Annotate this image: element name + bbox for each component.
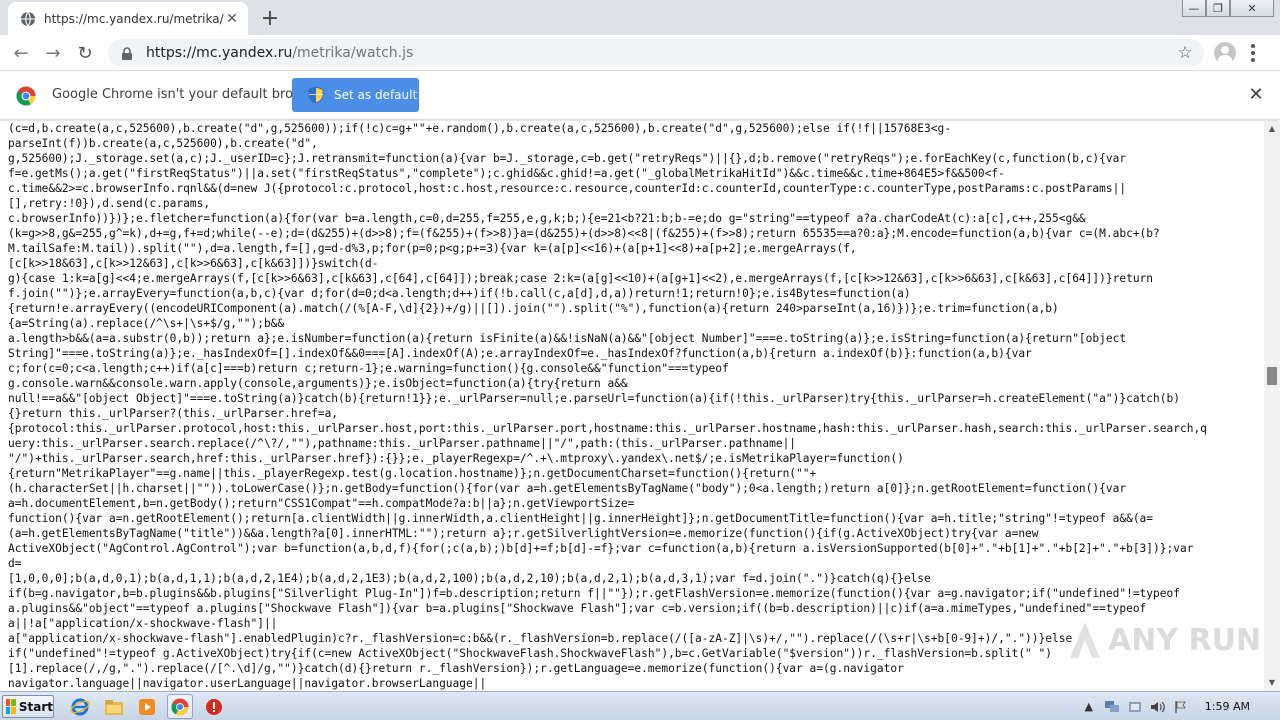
code-line: g){case 1:k=a[g]<<4;e.mergeArrays(f,[c[k… (8, 272, 1154, 285)
code-line: [],retry:!0}),d.send(c.params, (8, 197, 211, 210)
code-line: f=e.getMs();a.get("firstReqStatus")||a.s… (8, 167, 1005, 180)
profile-avatar-icon[interactable] (1214, 42, 1236, 64)
start-button[interactable]: Start (2, 695, 54, 718)
media-player-icon[interactable] (137, 697, 157, 717)
stop-icon[interactable] (204, 697, 224, 717)
new-tab-button[interactable]: + (258, 6, 282, 31)
back-button[interactable]: ← (8, 40, 34, 66)
windows-taskbar: Start ▲ 1:59 AM (0, 691, 1280, 720)
set-as-default-label: Set as default (334, 88, 418, 102)
uac-shield-icon (308, 86, 324, 104)
internet-explorer-icon[interactable] (70, 697, 90, 717)
code-line: f.join("")};e.arrayEvery=function(a,b,c)… (8, 287, 911, 300)
code-line: null!==a&&"[object Object]"===e.toString… (8, 392, 1180, 405)
page-content: (c=d,b.create(a,c,525600),b.create("d",g… (0, 121, 1264, 691)
code-line: g.console.warn&&console.warn.apply(conso… (8, 377, 628, 390)
code-line: ActiveXObject("AgControl.AgControl");var… (8, 542, 1194, 555)
globe-icon (20, 11, 36, 27)
vertical-scrollbar[interactable]: ▲ ▼ (1264, 121, 1280, 691)
code-line: {}return this._urlParser?(this._urlParse… (8, 407, 339, 420)
source-code-view: (c=d,b.create(a,c,525600),b.create("d",g… (0, 121, 1264, 691)
flag-icon[interactable] (1173, 699, 1189, 715)
url-host: https://mc.yandex.ru (146, 45, 293, 61)
infobar-close-icon[interactable]: ✕ (1247, 86, 1265, 104)
code-line: uery:this._urlParser.search.replace(/^\?… (8, 437, 797, 450)
infobar-message: Google Chrome isn't your default browser (52, 87, 324, 102)
code-line: {protocol:this._urlParser.protocol,host:… (8, 422, 1207, 435)
code-line: c.browserInfo))})};e.fletcher=function(a… (8, 212, 1086, 225)
address-bar[interactable]: https://mc.yandex.ru/metrika/watch.js ☆ (108, 39, 1204, 67)
restore-button[interactable]: ❐ (1206, 0, 1230, 17)
code-line: {return"MetrikaPlayer"==g.name||this._pl… (8, 467, 817, 480)
system-tray: ▲ 1:59 AM (1074, 692, 1280, 721)
code-line: "/")+this._urlParser.search,href:this._u… (8, 452, 904, 465)
window-close-button[interactable]: ✕ (1230, 0, 1274, 17)
reload-button[interactable]: ↻ (72, 40, 98, 66)
start-label: Start (18, 699, 53, 714)
url-path: /metrika/watch.js (292, 45, 414, 61)
chrome-logo-icon (16, 86, 36, 106)
taskbar-clock: 1:59 AM (1204, 700, 1250, 713)
code-line: (a=h.getElementsByTagName("title"))&&a.l… (8, 527, 1039, 540)
code-line: parseInt(f))b.create(a,c,525600),b.creat… (8, 137, 318, 150)
kebab-menu-icon[interactable] (1250, 44, 1256, 62)
network-icon[interactable] (1104, 699, 1120, 715)
tab-strip: https://mc.yandex.ru/metrika/watch.js ✕ … (0, 0, 1280, 35)
code-line: a=h.documentElement,b=n.getBody();return… (8, 497, 635, 510)
forward-button[interactable]: → (40, 40, 66, 66)
bookmark-star-icon[interactable]: ☆ (1176, 44, 1194, 62)
watermark-text: ANY RUN (1108, 622, 1262, 658)
tab-active[interactable]: https://mc.yandex.ru/metrika/watch.js ✕ (8, 2, 248, 35)
code-line: g,525600);J._storage.set(a,c);J._userID=… (8, 152, 1127, 165)
scroll-up-arrow-icon[interactable]: ▲ (1264, 121, 1280, 137)
code-line: String]"===e.toString(a)};e._hasIndexOf=… (8, 347, 1032, 360)
lock-icon (120, 46, 134, 60)
code-line: if(b=g.navigator,b=b.plugins&&b.plugins[… (8, 587, 1180, 600)
code-line: {return!e.arrayEvery((encodeURIComponent… (8, 302, 1059, 315)
windows-flag-icon (6, 699, 16, 714)
file-explorer-icon[interactable] (104, 697, 124, 717)
window-controls: — ❐ ✕ (1182, 0, 1274, 20)
code-line: [c[k>>18&63],c[k>>12&63],c[k>>6&63],c[k&… (8, 257, 379, 270)
default-browser-infobar: Google Chrome isn't your default browser… (0, 72, 1280, 120)
code-line: M.tailSafe:M.tail)).split(""),d=a.length… (8, 242, 857, 255)
browser-toolbar: ← → ↻ https://mc.yandex.ru/metrika/watch… (0, 35, 1280, 71)
code-line: [1,0,0,0];b(a,d,0,1);b(a,d,1,1);b(a,d,2,… (8, 572, 931, 585)
tab-title: https://mc.yandex.ru/metrika/watch.js (44, 11, 224, 26)
anyrun-logo-icon (1070, 622, 1100, 658)
scrollbar-thumb[interactable] (1267, 367, 1277, 385)
code-line: (h.characterSet||h.charset||"")).toLower… (8, 482, 1127, 495)
chrome-taskbar-icon[interactable] (167, 694, 193, 719)
code-line: function(){var a=n.getRootElement();retu… (8, 512, 1154, 525)
code-line: c.time&&2>=c.browserInfo.rqnl&&(d=new J(… (8, 182, 1127, 195)
action-center-icon[interactable] (1127, 699, 1143, 715)
code-line: navigator.language||navigator.userLangua… (8, 677, 487, 690)
code-line: {a=String(a).replace(/^\s+|\s+$/g,"");b&… (8, 317, 285, 330)
code-line: c;for(c=0;c<a.length;c++)if(a[c]===b)ret… (8, 362, 729, 375)
code-line: (c=d,b.create(a,c,525600),b.create("d",g… (8, 122, 951, 135)
url-text: https://mc.yandex.ru/metrika/watch.js (146, 45, 413, 61)
anyrun-watermark: ANY RUN (1068, 610, 1268, 670)
tab-close-icon[interactable]: ✕ (224, 11, 240, 27)
volume-icon[interactable] (1150, 699, 1166, 715)
minimize-button[interactable]: — (1182, 0, 1206, 17)
scroll-down-arrow-icon[interactable]: ▼ (1264, 675, 1280, 691)
tray-expand-icon[interactable]: ▲ (1081, 699, 1097, 715)
code-line: (k=g>>8,g&=255,g^=k),d+=g,f+=d;while(--e… (8, 227, 1160, 240)
set-as-default-button[interactable]: Set as default (292, 78, 419, 112)
code-line: a.length>b&&(a=a.substr(0,b));return a};… (8, 332, 1127, 345)
code-line: d= (8, 557, 22, 570)
